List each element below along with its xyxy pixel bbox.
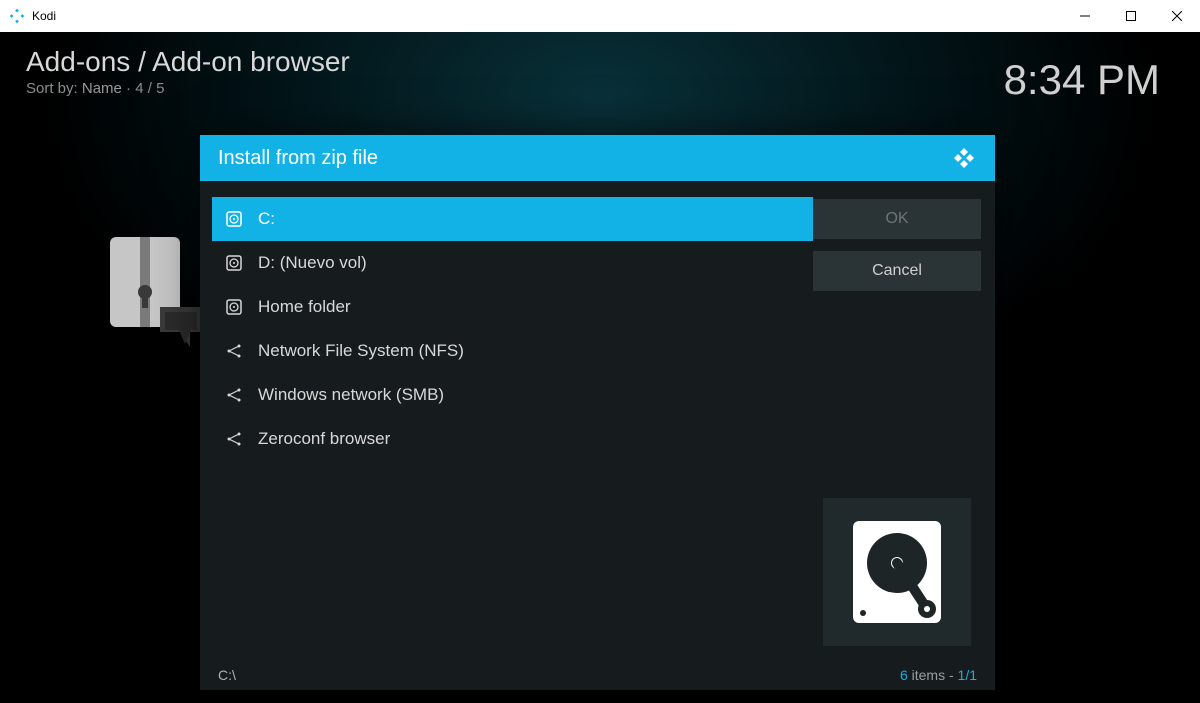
file-list: C: D: (Nuevo vol) Home folder [200, 181, 813, 660]
cancel-button[interactable]: Cancel [813, 251, 981, 291]
sort-line: Sort by: Name · 4 / 5 [26, 80, 350, 97]
sort-value: Name [82, 80, 122, 97]
network-icon [224, 385, 244, 405]
dialog-right-panel: OK Cancel [813, 181, 995, 660]
sort-prefix: Sort by: [26, 80, 82, 97]
sort-sep: · [122, 80, 135, 97]
kodi-app-area: Add-ons / Add-on browser Sort by: Name ·… [0, 32, 1200, 703]
list-item-nfs[interactable]: Network File System (NFS) [212, 329, 813, 373]
disk-icon [224, 297, 244, 317]
disk-icon [224, 209, 244, 229]
dialog-body: C: D: (Nuevo vol) Home folder [200, 181, 995, 660]
breadcrumb: Add-ons / Add-on browser [26, 46, 350, 78]
window-titlebar: Kodi [0, 0, 1200, 32]
close-button[interactable] [1154, 0, 1200, 32]
window-title: Kodi [32, 9, 56, 23]
clock: 8:34 PM [1004, 56, 1160, 104]
current-path: C:\ [218, 667, 236, 683]
list-item-label: Windows network (SMB) [258, 385, 444, 405]
count-number: 6 [900, 667, 908, 683]
list-item-label: Network File System (NFS) [258, 341, 464, 361]
ok-button[interactable]: OK [813, 199, 981, 239]
item-count: 6 items - 1/1 [900, 667, 977, 683]
install-from-zip-dialog: Install from zip file C: D: (Nuevo vol) [200, 135, 995, 690]
list-item-c-drive[interactable]: C: [212, 197, 813, 241]
sort-count: 4 / 5 [135, 80, 164, 97]
window-controls [1062, 0, 1200, 32]
dialog-footer: C:\ 6 items - 1/1 [200, 660, 995, 690]
harddisk-icon [849, 517, 945, 627]
dialog-header: Install from zip file [200, 135, 995, 181]
network-icon [224, 429, 244, 449]
zip-icon [105, 232, 205, 357]
list-item-label: Home folder [258, 297, 351, 317]
list-item-smb[interactable]: Windows network (SMB) [212, 373, 813, 417]
minimize-button[interactable] [1062, 0, 1108, 32]
maximize-button[interactable] [1108, 0, 1154, 32]
list-item-label: C: [258, 209, 275, 229]
count-text: items - [908, 667, 958, 683]
breadcrumb-area: Add-ons / Add-on browser Sort by: Name ·… [26, 46, 350, 97]
list-item-home-folder[interactable]: Home folder [212, 285, 813, 329]
preview-tile [823, 498, 971, 646]
network-icon [224, 341, 244, 361]
kodi-logo-icon [951, 145, 977, 171]
list-item-zeroconf[interactable]: Zeroconf browser [212, 417, 813, 461]
disk-icon [224, 253, 244, 273]
kodi-app-icon [8, 7, 26, 25]
dialog-title: Install from zip file [218, 147, 378, 170]
page-indicator: 1/1 [958, 667, 977, 683]
list-item-d-drive[interactable]: D: (Nuevo vol) [212, 241, 813, 285]
list-item-label: D: (Nuevo vol) [258, 253, 367, 273]
list-item-label: Zeroconf browser [258, 429, 390, 449]
